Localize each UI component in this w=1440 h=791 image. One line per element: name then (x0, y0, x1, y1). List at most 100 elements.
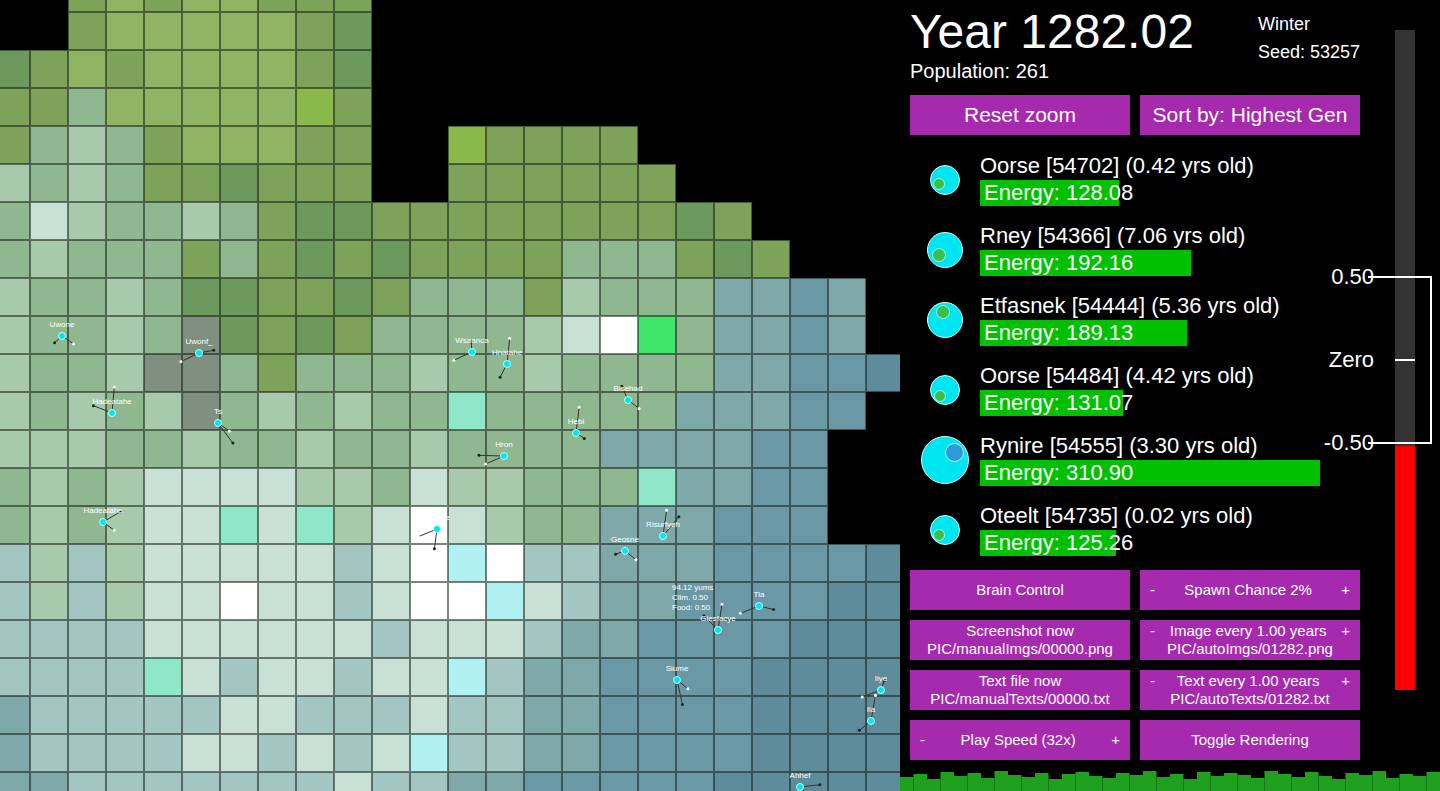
map-tile[interactable] (524, 620, 562, 658)
map-tile[interactable] (600, 88, 638, 126)
map-tile[interactable] (486, 620, 524, 658)
map-tile[interactable] (144, 734, 182, 772)
map-tile[interactable] (524, 658, 562, 696)
map-tile[interactable] (220, 316, 258, 354)
creature-dot[interactable] (624, 396, 632, 404)
map-tile[interactable] (182, 696, 220, 734)
map-tile[interactable] (790, 696, 828, 734)
map-tile[interactable] (0, 126, 30, 164)
map-tile[interactable] (752, 620, 790, 658)
map-tile[interactable] (676, 392, 714, 430)
map-tile[interactable] (30, 240, 68, 278)
creature-dot[interactable] (796, 783, 804, 791)
map-tile[interactable] (562, 582, 600, 620)
map-tile[interactable] (334, 468, 372, 506)
map-tile[interactable] (562, 468, 600, 506)
map-tile[interactable] (106, 0, 144, 12)
map-tile[interactable] (334, 88, 372, 126)
map-tile[interactable] (30, 582, 68, 620)
map-tile[interactable] (866, 582, 900, 620)
map-tile[interactable] (106, 772, 144, 791)
map-tile[interactable] (448, 240, 486, 278)
map-tile[interactable] (790, 240, 828, 278)
map-tile[interactable] (790, 582, 828, 620)
map-tile[interactable] (486, 734, 524, 772)
map-tile[interactable] (790, 202, 828, 240)
map-tile[interactable] (448, 164, 486, 202)
map-tile[interactable] (676, 240, 714, 278)
map-tile[interactable] (486, 278, 524, 316)
map-tile[interactable] (828, 278, 866, 316)
map-tile[interactable] (676, 316, 714, 354)
map-tile[interactable] (752, 316, 790, 354)
map-tile[interactable] (714, 544, 752, 582)
creature-row[interactable]: Rney [54366] (7.06 yrs old)Energy: 192.1… (910, 215, 1360, 285)
map-tile[interactable] (600, 316, 638, 354)
map-tile[interactable] (828, 582, 866, 620)
map-tile[interactable] (220, 582, 258, 620)
map-tile[interactable] (372, 506, 410, 544)
creature-row[interactable]: Etfasnek [54444] (5.36 yrs old)Energy: 1… (910, 285, 1360, 355)
map-tile[interactable] (790, 430, 828, 468)
map-tile[interactable] (182, 50, 220, 88)
map-tile[interactable] (752, 88, 790, 126)
map-tile[interactable] (296, 544, 334, 582)
map-tile[interactable] (372, 620, 410, 658)
map-tile[interactable] (410, 50, 448, 88)
map-tile[interactable] (372, 430, 410, 468)
map-tile[interactable] (144, 12, 182, 50)
map-tile[interactable] (752, 696, 790, 734)
map-tile[interactable] (828, 696, 866, 734)
map-tile[interactable] (372, 468, 410, 506)
map-tile[interactable] (144, 202, 182, 240)
map-tile[interactable] (676, 50, 714, 88)
map-tile[interactable] (448, 658, 486, 696)
map-tile[interactable] (220, 354, 258, 392)
map-tile[interactable] (676, 12, 714, 50)
map-tile[interactable] (258, 468, 296, 506)
map-tile[interactable] (638, 468, 676, 506)
map-tile[interactable] (524, 506, 562, 544)
map-tile[interactable] (144, 468, 182, 506)
map-tile[interactable] (372, 772, 410, 791)
map-tile[interactable] (752, 202, 790, 240)
map-tile[interactable] (790, 12, 828, 50)
map-tile[interactable] (600, 392, 638, 430)
map-tile[interactable] (524, 430, 562, 468)
map-tile[interactable] (258, 240, 296, 278)
map-tile[interactable] (372, 202, 410, 240)
map-tile[interactable] (866, 202, 900, 240)
map-tile[interactable] (106, 696, 144, 734)
map-tile[interactable] (676, 506, 714, 544)
map-tile[interactable] (790, 544, 828, 582)
map-tile[interactable] (106, 468, 144, 506)
map-tile[interactable] (866, 544, 900, 582)
map-tile[interactable] (562, 0, 600, 12)
map-tile[interactable] (410, 658, 448, 696)
map-tile[interactable] (68, 620, 106, 658)
map-tile[interactable] (144, 240, 182, 278)
map-tile[interactable] (258, 126, 296, 164)
map-tile[interactable] (828, 772, 866, 791)
map-tile[interactable] (30, 126, 68, 164)
map-tile[interactable] (220, 50, 258, 88)
map-tile[interactable] (524, 582, 562, 620)
map-tile[interactable] (220, 734, 258, 772)
control-button[interactable]: Brain Control (910, 570, 1130, 610)
map-tile[interactable] (714, 354, 752, 392)
map-tile[interactable] (144, 506, 182, 544)
map-tile[interactable] (714, 240, 752, 278)
map-tile[interactable] (676, 658, 714, 696)
file-button[interactable]: Text file nowPIC/manualTexts/00000.txt (910, 670, 1130, 710)
map-tile[interactable] (372, 164, 410, 202)
map-tile[interactable] (144, 430, 182, 468)
map-tile[interactable] (182, 12, 220, 50)
map-tile[interactable] (714, 506, 752, 544)
map-tile[interactable] (562, 202, 600, 240)
map-tile[interactable] (866, 88, 900, 126)
map-tile[interactable] (106, 202, 144, 240)
map-tile[interactable] (752, 354, 790, 392)
map-tile[interactable] (676, 430, 714, 468)
map-tile[interactable] (448, 544, 486, 582)
stepper-button[interactable]: -Play Speed (32x)+ (910, 720, 1130, 760)
